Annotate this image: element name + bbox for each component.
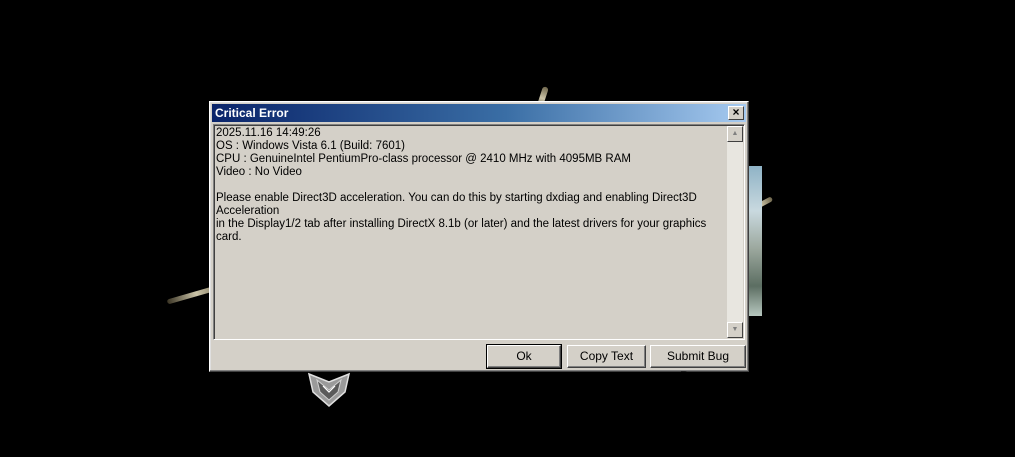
scroll-up-button[interactable]: ▲ xyxy=(727,126,743,142)
log-line-message-1: Please enable Direct3D acceleration. You… xyxy=(216,192,700,217)
ok-button[interactable]: Ok xyxy=(486,344,562,369)
shield-emblem-icon xyxy=(307,372,351,407)
log-line-video: Video : No Video xyxy=(216,166,302,178)
error-log-text: 2025.11.16 14:49:26 OS : Windows Vista 6.… xyxy=(216,127,726,337)
splash-artwork-strip xyxy=(748,166,762,316)
vertical-scrollbar[interactable]: ▲ ▼ xyxy=(727,126,743,338)
close-icon: × xyxy=(732,105,740,119)
dialog-titlebar[interactable]: Critical Error × xyxy=(212,104,746,122)
dialog-title: Critical Error xyxy=(215,106,289,120)
close-button[interactable]: × xyxy=(728,106,744,120)
copy-text-button[interactable]: Copy Text xyxy=(567,345,646,368)
submit-bug-report-button[interactable]: Submit Bug Report xyxy=(650,345,746,383)
scroll-down-arrow-icon: ▼ xyxy=(731,326,739,333)
log-line-blank xyxy=(216,179,726,192)
error-log-textbox[interactable]: 2025.11.16 14:49:26 OS : Windows Vista 6.… xyxy=(213,124,745,340)
log-line-message-2: in the Display1/2 tab after installing D… xyxy=(216,218,710,243)
scroll-up-arrow-icon: ▲ xyxy=(731,130,739,137)
critical-error-dialog: Critical Error × 2025.11.16 14:49:26 OS :… xyxy=(209,101,749,383)
scroll-down-button[interactable]: ▼ xyxy=(727,322,743,338)
log-line-os: OS : Windows Vista 6.1 (Build: 7601) xyxy=(216,140,405,152)
desktop-background: Critical Error × 2025.11.16 14:49:26 OS :… xyxy=(0,0,1015,457)
log-line-timestamp: 2025.11.16 14:49:26 xyxy=(216,127,321,139)
log-line-cpu: CPU : GenuineIntel PentiumPro-class proc… xyxy=(216,153,631,165)
